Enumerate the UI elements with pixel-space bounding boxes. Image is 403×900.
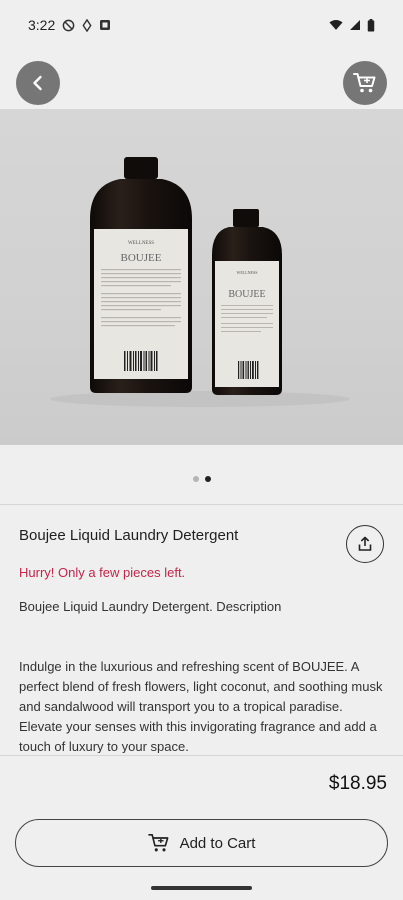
short-description: Boujee Liquid Laundry Detergent. Descrip… — [19, 599, 282, 614]
stock-warning: Hurry! Only a few pieces left. — [19, 565, 186, 580]
notification-icon — [100, 20, 111, 30]
status-left: 3:22 — [28, 17, 111, 33]
product-price: $18.95 — [328, 773, 387, 794]
carousel-indicator — [0, 476, 403, 482]
status-bar: 3:22 — [0, 0, 403, 50]
divider — [0, 755, 403, 756]
data-saver-icon — [82, 18, 92, 32]
add-to-cart-button[interactable]: Add to Cart — [15, 819, 388, 867]
cart-icon — [147, 834, 169, 852]
status-time: 3:22 — [28, 17, 56, 33]
battery-icon — [367, 18, 375, 32]
carousel-dot[interactable] — [192, 476, 199, 482]
big-bottle-label: BOUJEE — [121, 252, 162, 264]
add-to-cart-label: Add to Cart — [179, 834, 256, 852]
divider — [0, 504, 403, 505]
home-indicator[interactable] — [151, 886, 252, 890]
long-description: Indulge in the luxurious and refreshing … — [19, 659, 383, 753]
product-title: Boujee Liquid Laundry Detergent — [19, 527, 239, 544]
product-bottles-illustration: WELLNESS BOUJEE WELLNESS BOUJEE — [50, 157, 350, 407]
cart-icon — [353, 73, 376, 93]
big-bottle-brand: WELLNESS — [128, 241, 154, 246]
back-arrow-icon — [33, 75, 42, 91]
carousel-dot-active[interactable] — [204, 476, 211, 482]
status-right — [329, 18, 375, 32]
share-icon — [358, 536, 372, 551]
small-bottle-brand: WELLNESS — [237, 270, 258, 275]
do-not-disturb-icon — [62, 19, 75, 31]
wifi-icon — [329, 19, 343, 30]
back-button[interactable] — [16, 61, 60, 105]
share-button[interactable] — [346, 525, 384, 563]
cart-button[interactable] — [343, 61, 387, 105]
signal-icon — [350, 20, 360, 30]
product-image[interactable]: WELLNESS BOUJEE WELLNESS BOUJEE — [0, 109, 403, 445]
small-bottle-label: BOUJEE — [228, 289, 265, 300]
